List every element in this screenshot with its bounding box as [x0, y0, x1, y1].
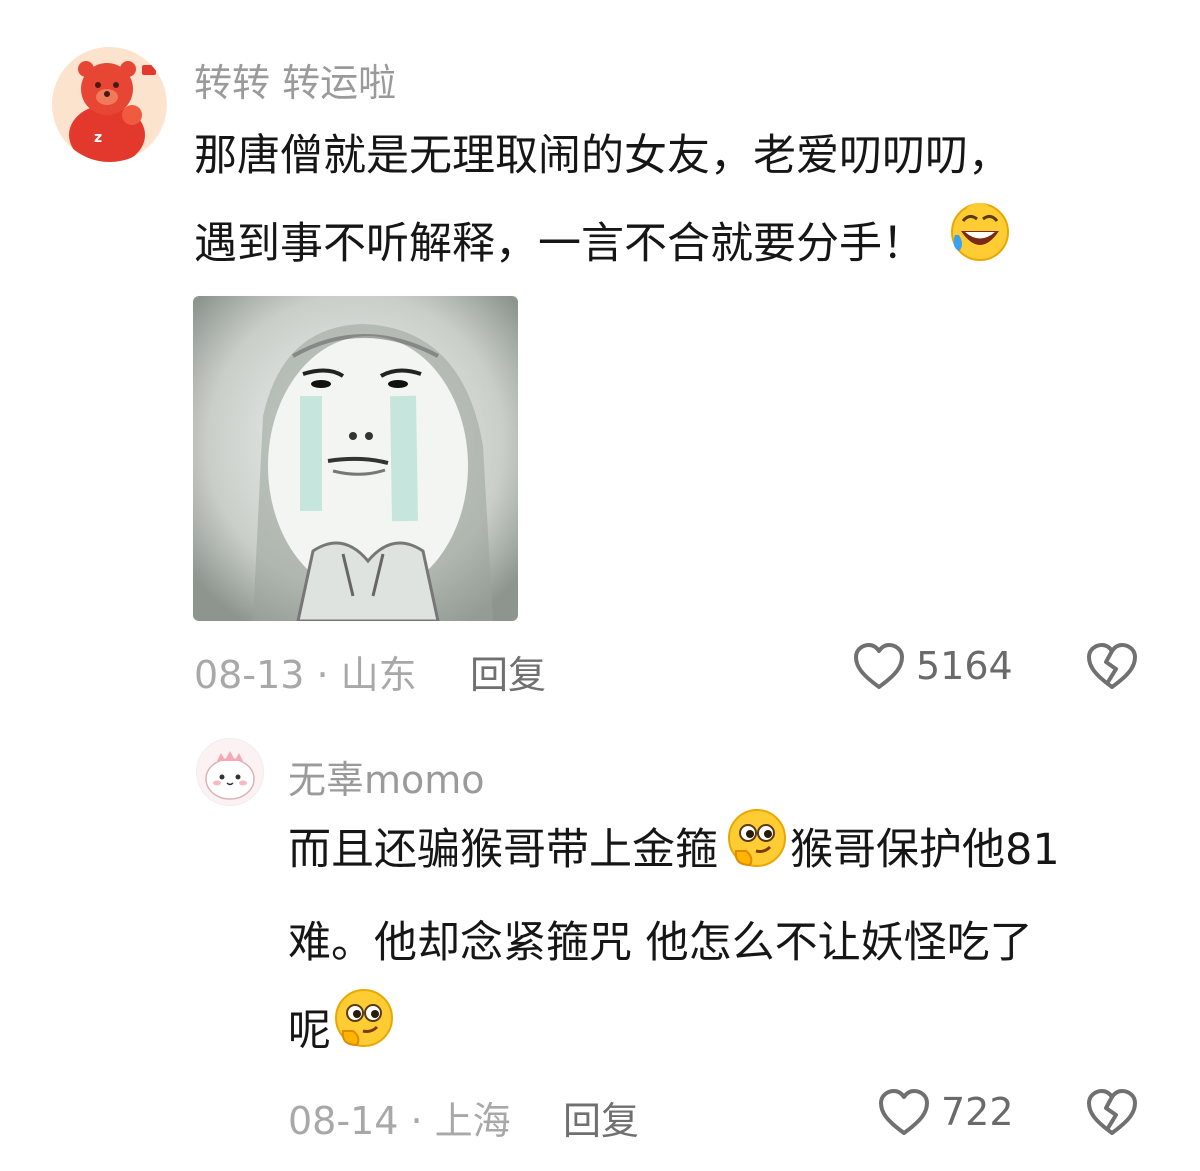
comment-image[interactable]	[193, 296, 518, 621]
heart-icon	[879, 1089, 929, 1135]
reply-dislike-button[interactable]	[1086, 1088, 1138, 1138]
thinking-smirk-emoji-icon	[726, 807, 788, 899]
svg-text:z: z	[94, 130, 102, 146]
laughing-crying-emoji-icon	[949, 201, 1011, 293]
comment-username[interactable]: 转转 转运啦	[194, 52, 396, 107]
dislike-button[interactable]	[1086, 642, 1138, 692]
reply-text-segment: 呢	[288, 1005, 331, 1056]
reply-text-line: 难。他却念紧箍咒 他怎么不让妖怪吃了	[288, 917, 1033, 968]
heart-icon	[854, 643, 904, 689]
like-button[interactable]	[853, 642, 905, 692]
cute-dinosaur-avatar-icon	[197, 739, 263, 805]
thinking-smirk-emoji-icon	[333, 987, 395, 1079]
reply-text-line-with-emoji: 呢	[288, 987, 1060, 1080]
broken-heart-icon	[1087, 1089, 1137, 1135]
comment-text-line-with-emoji: 遇到事不听解释，一言不合就要分手！	[194, 200, 1011, 293]
reply-text-segment: 而且还骗猴哥带上金箍	[288, 825, 718, 875]
reply-text-segment: 猴哥保护他81	[790, 825, 1060, 875]
comment-text: 那唐僧就是无理取闹的女友，老爱叨叨叨， 遇到事不听解释，一言不合就要分手！	[194, 112, 1011, 293]
reply-text-line-with-emoji: 而且还骗猴哥带上金箍 猴哥保护他81	[288, 806, 1060, 899]
comment-date-location: 08-13 · 山东	[194, 653, 417, 697]
reply-like-button[interactable]	[878, 1088, 930, 1138]
crying-face-meme-image	[193, 296, 518, 621]
comment-text-line: 遇到事不听解释，一言不合就要分手！	[194, 219, 925, 269]
comment-text-line: 那唐僧就是无理取闹的女友，老爱叨叨叨，	[194, 131, 1011, 181]
broken-heart-icon	[1087, 643, 1137, 689]
reply-text: 而且还骗猴哥带上金箍 猴哥保护他81 难。他却念紧箍咒 他怎么不让妖怪吃了 呢	[288, 806, 1060, 1079]
bear-avatar-icon: z	[52, 47, 166, 162]
like-count: 5164	[916, 644, 1013, 688]
reply-reply-button[interactable]: 回复	[563, 1090, 639, 1145]
reply-date-location: 08-14 · 上海	[288, 1099, 511, 1143]
reply-username[interactable]: 无辜momo	[288, 749, 485, 804]
reply-avatar[interactable]	[196, 738, 264, 806]
reply-button[interactable]: 回复	[470, 644, 546, 699]
avatar[interactable]: z	[52, 47, 167, 162]
reply-like-count: 722	[941, 1090, 1014, 1134]
